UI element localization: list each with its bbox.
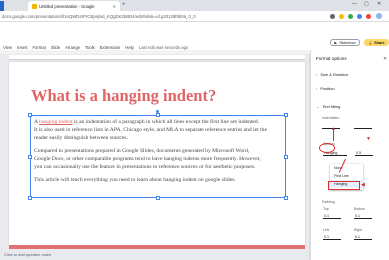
extension-icon[interactable] <box>366 14 371 19</box>
close-window-icon[interactable]: ✕ <box>377 1 381 7</box>
chevron-down-icon: ⌄ <box>316 104 320 109</box>
resize-handle[interactable] <box>284 196 288 200</box>
panel-close-icon[interactable]: ✕ <box>383 56 387 62</box>
profile-avatar[interactable] <box>376 13 382 19</box>
paragraph-1: A hanging indent is an indentation of a … <box>31 118 285 142</box>
url-path: /presentation/d/1eQWD4IPrCBpejNd_KQgDK2b… <box>34 14 196 19</box>
option-first-line[interactable]: First Line <box>330 172 363 180</box>
share-page-icon[interactable] <box>330 14 335 19</box>
padding-label: Padding <box>322 200 335 204</box>
slideshow-button[interactable]: ▶ Slideshow <box>330 39 360 46</box>
extension-icon[interactable] <box>348 14 353 19</box>
share-label: Share <box>374 40 385 45</box>
paragraph-2: Compared to presentations prepared in Go… <box>31 147 285 171</box>
padding-left-value: 0.1 <box>324 235 329 239</box>
annotation-box <box>328 181 360 190</box>
browser-tab-inactive[interactable] <box>0 1 4 11</box>
size-rotation-section[interactable]: › Size & Rotation <box>316 72 348 77</box>
para2-line-1: Compared to presentations prepared in Go… <box>34 148 250 154</box>
para2-line-2: Google Docs, or other comparable program… <box>34 156 261 162</box>
padding-bottom-field[interactable]: 0.1 <box>354 213 372 219</box>
bottom-label: Bottom <box>354 207 366 211</box>
slideshow-label: Slideshow <box>339 40 356 45</box>
indent-right-field[interactable] <box>354 123 372 129</box>
body-text-box[interactable]: A hanging indent is an indentation of a … <box>30 115 286 198</box>
text-fitting-section[interactable]: ⌄ Text fitting <box>316 104 340 109</box>
slide-title[interactable]: What is a hanging indent? <box>31 86 216 106</box>
arrow-up-icon: ▲ <box>331 126 336 132</box>
padding-right-value: 0.1 <box>355 235 360 239</box>
url-field[interactable]: docs.google.com/presentation/d/1eQWD4IPr… <box>2 13 322 20</box>
right-label: Right <box>354 228 363 232</box>
chevron-right-icon: › <box>316 86 318 91</box>
resize-handle[interactable] <box>28 113 32 117</box>
option-none[interactable]: None <box>330 164 363 172</box>
panel-title: Format options <box>316 56 347 61</box>
new-tab-icon[interactable]: + <box>122 2 126 8</box>
share-button[interactable]: 🔒 Share <box>364 39 389 46</box>
position-section[interactable]: › Position <box>316 86 335 91</box>
padding-left-field[interactable]: 0.1 <box>323 234 341 240</box>
para1-line-3: reader easily distinguish between source… <box>34 135 128 141</box>
indentation-label: Indentation <box>322 116 340 120</box>
para1-line-2: It is also used in reference lists in AP… <box>34 127 267 133</box>
tab-close-icon[interactable]: ✕ <box>113 4 116 9</box>
top-label: Top <box>323 207 329 211</box>
arrow-left-icon: ◀ <box>361 182 365 188</box>
left-label: Left <box>323 228 329 232</box>
para1-line-1: A hanging indent is an indentation of a … <box>34 119 260 125</box>
maximize-icon[interactable]: ▢ <box>364 1 369 7</box>
position-label: Position <box>320 86 335 91</box>
padding-right-field[interactable]: 0.1 <box>354 234 372 240</box>
horizontal-ruler[interactable] <box>9 55 305 60</box>
annotation-circle <box>319 143 335 153</box>
rotate-handle[interactable] <box>156 110 159 113</box>
url-host: docs.google.com <box>2 14 35 19</box>
bookmark-star-icon[interactable] <box>339 14 344 19</box>
speaker-notes[interactable]: Click to add speaker notes <box>4 252 51 257</box>
by-value: 0.5 <box>356 151 361 155</box>
resize-handle[interactable] <box>28 196 32 200</box>
slides-favicon-icon <box>32 3 37 9</box>
para1-line-1-rest: is an indentation of a paragraph in whic… <box>72 119 260 125</box>
size-rotation-label: Size & Rotation <box>320 72 348 77</box>
arrow-down-icon: ▼ <box>366 136 371 142</box>
padding-bottom-value: 0.1 <box>355 214 360 218</box>
para2-line-3: you can occasionally use the feature in … <box>34 164 256 170</box>
padding-top-value: 0.1 <box>324 214 329 218</box>
resize-handle[interactable] <box>284 113 288 117</box>
lock-icon: 🔒 <box>368 41 374 45</box>
paragraph-3: This article will teach everything you n… <box>34 177 236 183</box>
play-icon: ▶ <box>334 40 338 45</box>
resize-handle[interactable] <box>284 155 288 159</box>
chevron-right-icon: › <box>316 72 318 77</box>
tab-title: Untitled presentation - Google <box>39 3 95 9</box>
hanging-indent-link[interactable]: hanging indent <box>39 119 72 125</box>
by-field[interactable]: 0.5 <box>355 150 373 156</box>
extension-icon[interactable] <box>357 14 362 19</box>
slide-footer-bar <box>9 245 305 249</box>
text-fitting-label: Text fitting <box>322 104 341 109</box>
resize-handle[interactable] <box>156 113 160 117</box>
format-options-panel <box>310 50 389 260</box>
padding-top-field[interactable]: 0.1 <box>323 213 341 219</box>
resize-handle[interactable] <box>156 196 160 200</box>
resize-handle[interactable] <box>28 155 32 159</box>
minimize-icon[interactable]: — <box>352 1 357 7</box>
browser-tab-active[interactable]: Untitled presentation - Google ✕ <box>28 1 120 11</box>
